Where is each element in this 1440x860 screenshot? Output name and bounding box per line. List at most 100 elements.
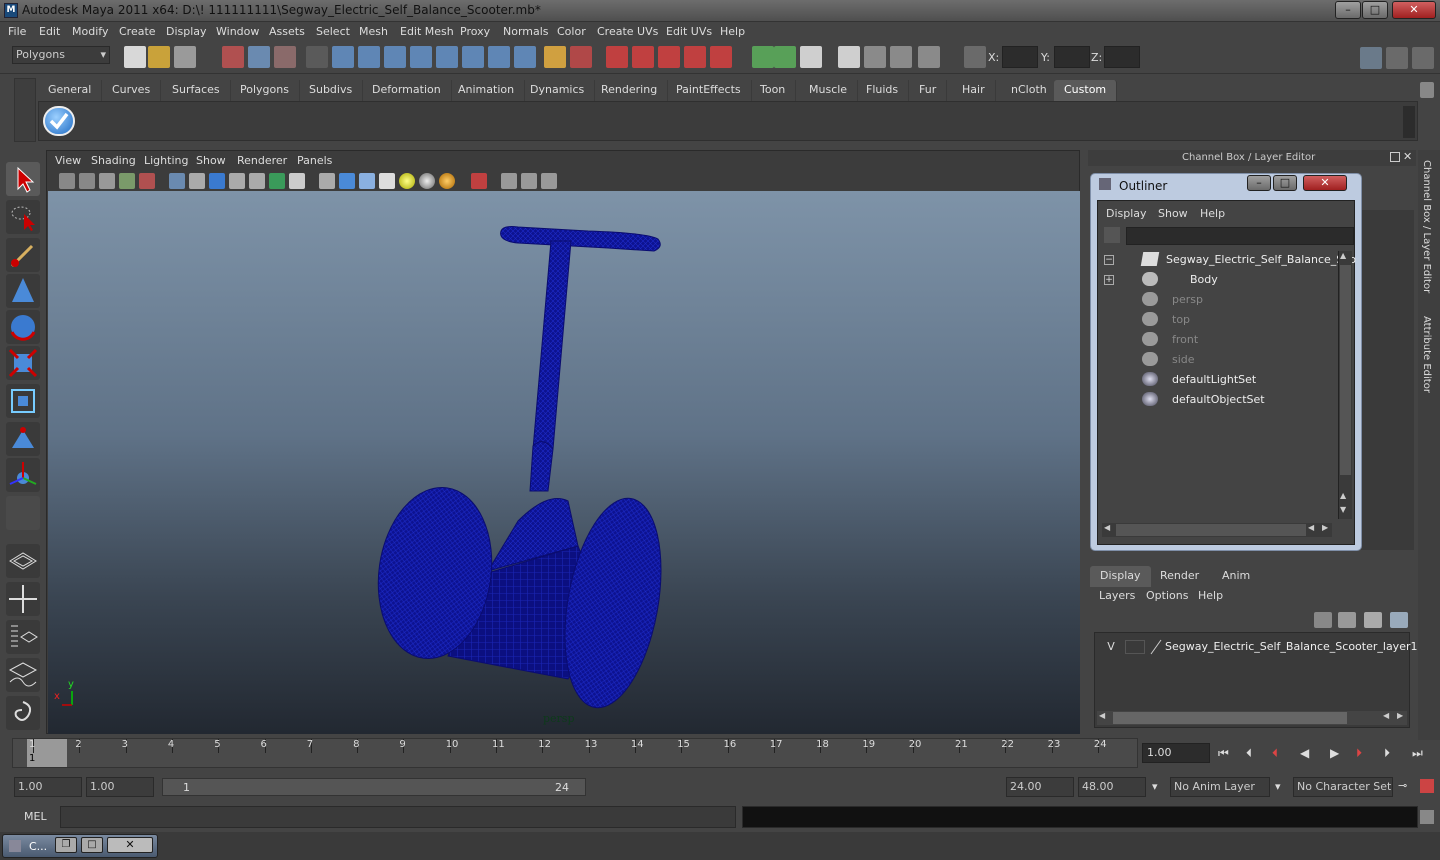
paint-select-tool-icon[interactable] <box>6 238 40 272</box>
render-region-icon[interactable] <box>864 46 886 68</box>
animation-end-field[interactable]: 48.00 <box>1078 777 1146 797</box>
hypershade-layout-icon[interactable] <box>6 696 40 730</box>
shadows-icon[interactable] <box>439 173 455 189</box>
menu-edit[interactable]: Edit <box>39 25 60 38</box>
save-scene-icon[interactable] <box>174 46 196 68</box>
layer-menu-options[interactable]: Options <box>1146 589 1188 602</box>
smooth-shade-icon[interactable] <box>339 173 355 189</box>
outliner-item-default-object-set[interactable]: defaultObjectSet <box>1172 393 1265 406</box>
maximize-button[interactable]: □ <box>1362 1 1388 19</box>
outliner-item-top[interactable]: top <box>1172 313 1190 326</box>
menu-create-uvs[interactable]: Create UVs <box>597 25 658 38</box>
universal-manip-icon[interactable] <box>6 384 40 418</box>
shelf-tab-custom[interactable]: Custom <box>1054 80 1118 101</box>
render-sequence-icon[interactable] <box>890 46 912 68</box>
y-coordinate-field[interactable] <box>1054 46 1090 68</box>
scale-tool-icon[interactable] <box>6 346 40 380</box>
shelf-tab-deformation[interactable]: Deformation <box>362 80 452 101</box>
camera-attributes-icon[interactable] <box>79 173 95 189</box>
shelf-grip[interactable] <box>14 78 36 142</box>
snap-grid-icon[interactable] <box>332 46 354 68</box>
go-to-end-icon[interactable]: ⏭ <box>1412 746 1423 761</box>
anim-layer-dropdown[interactable]: No Anim Layer <box>1170 777 1270 797</box>
outliner-vertical-scrollbar[interactable]: ▲ ▲ ▼ <box>1338 251 1352 519</box>
move-layer-down-icon[interactable] <box>1338 612 1356 628</box>
shelf-tab-dynamics[interactable]: Dynamics <box>520 80 596 101</box>
outliner-item-segway[interactable]: Segway_Electric_Self_Balance_Sco <box>1166 253 1356 266</box>
minimized-window[interactable]: C... ❐ □ ✕ <box>2 834 158 858</box>
new-layer-from-selection-icon[interactable] <box>1390 612 1408 628</box>
layer-visibility-toggle[interactable]: V <box>1101 640 1121 653</box>
shelf-tab-painteffects[interactable]: PaintEffects <box>666 80 752 101</box>
chevron-down-icon[interactable]: ▾ <box>1152 780 1158 793</box>
menu-modify[interactable]: Modify <box>72 25 108 38</box>
outliner-horizontal-scrollbar[interactable]: ◀ ◀ ▶ <box>1102 523 1332 537</box>
auto-key-icon[interactable] <box>1420 779 1434 793</box>
gate-mask-icon[interactable] <box>229 173 245 189</box>
shelf-tab-toon[interactable]: Toon <box>750 80 797 101</box>
mask-dropdown-icon[interactable] <box>306 46 328 68</box>
panel-float-button[interactable] <box>1390 152 1400 162</box>
menu-mesh[interactable]: Mesh <box>359 25 388 38</box>
outliner-item-default-light-set[interactable]: defaultLightSet <box>1172 373 1256 386</box>
ipr-render-icon[interactable] <box>632 46 654 68</box>
new-scene-icon[interactable] <box>124 46 146 68</box>
scroll-up-icon[interactable]: ▲ <box>1340 491 1346 500</box>
layer-horizontal-scrollbar[interactable]: ◀ ◀ ▶ <box>1097 711 1407 725</box>
select-object-icon[interactable] <box>248 46 270 68</box>
character-set-dropdown[interactable]: No Character Set <box>1293 777 1393 797</box>
open-scene-icon[interactable] <box>148 46 170 68</box>
snap-surface-icon[interactable] <box>436 46 458 68</box>
shelf-scroll-buttons[interactable] <box>1403 106 1415 138</box>
show-attribute-editor-icon[interactable] <box>1360 47 1382 69</box>
range-slider[interactable]: 1 24 <box>162 778 586 796</box>
two-d-pan-zoom-icon[interactable] <box>139 173 155 189</box>
perspective-view[interactable]: persp x y <box>48 191 1080 734</box>
safe-title-icon[interactable] <box>289 173 305 189</box>
layer-h-scroll-thumb[interactable] <box>1113 712 1347 724</box>
h-scroll-thumb[interactable] <box>1116 524 1306 536</box>
scroll-right-icon[interactable]: ▶ <box>1397 711 1403 720</box>
panel-close-icon[interactable]: ✕ <box>1403 151 1415 163</box>
restore-button[interactable]: ❐ <box>55 837 77 853</box>
rotate-tool-icon[interactable] <box>6 310 40 344</box>
clapboard-icon[interactable] <box>838 46 860 68</box>
bookmarks-icon[interactable] <box>99 173 115 189</box>
menu-edit-mesh[interactable]: Edit Mesh <box>400 25 454 38</box>
menu-color[interactable]: Color <box>557 25 586 38</box>
move-layer-up-icon[interactable] <box>1314 612 1332 628</box>
scroll-down-icon[interactable]: ▼ <box>1340 505 1346 514</box>
show-manipulator-icon[interactable] <box>6 458 40 492</box>
menu-window[interactable]: Window <box>216 25 259 38</box>
menu-set-dropdown[interactable]: Polygons ▾ <box>12 46 110 64</box>
lock-icon[interactable] <box>544 46 566 68</box>
paste-icon[interactable] <box>800 46 822 68</box>
animation-start-field[interactable]: 1.00 <box>14 777 82 797</box>
menu-normals[interactable]: Normals <box>503 25 549 38</box>
layer-tab-anim[interactable]: Anim <box>1212 566 1260 587</box>
step-forward-key-icon[interactable]: ⏵ <box>1356 746 1362 761</box>
outliner-menu-show[interactable]: Show <box>1158 207 1188 220</box>
side-tab-attribute-editor[interactable]: Attribute Editor <box>1421 316 1432 406</box>
menu-assets[interactable]: Assets <box>269 25 305 38</box>
highlight-icon[interactable] <box>570 46 592 68</box>
shelf-tab-polygons[interactable]: Polygons <box>230 80 300 101</box>
outliner-item-side[interactable]: side <box>1172 353 1195 366</box>
step-forward-frame-icon[interactable]: ⏵ <box>1384 746 1390 761</box>
isolate-select-icon[interactable] <box>471 173 487 189</box>
step-back-key-icon[interactable]: ⏴ <box>1272 746 1278 761</box>
construction-icon[interactable] <box>488 46 510 68</box>
hud-icon[interactable] <box>541 173 557 189</box>
mel-label[interactable]: MEL <box>24 810 47 823</box>
select-camera-icon[interactable] <box>59 173 75 189</box>
play-backwards-icon[interactable]: ◀ <box>1300 746 1309 760</box>
menu-proxy[interactable]: Proxy <box>460 25 490 38</box>
shelf-tab-general[interactable]: General <box>38 80 103 101</box>
select-hierarchy-icon[interactable] <box>222 46 244 68</box>
outliner-item-persp[interactable]: persp <box>1172 293 1203 306</box>
graph-persp-layout-icon[interactable] <box>6 658 40 692</box>
render-settings-icon[interactable] <box>658 46 680 68</box>
layer-tab-display[interactable]: Display <box>1090 566 1151 587</box>
current-time-field[interactable]: 1.00 <box>1142 743 1210 763</box>
go-to-start-icon[interactable]: ⏮ <box>1218 746 1229 761</box>
